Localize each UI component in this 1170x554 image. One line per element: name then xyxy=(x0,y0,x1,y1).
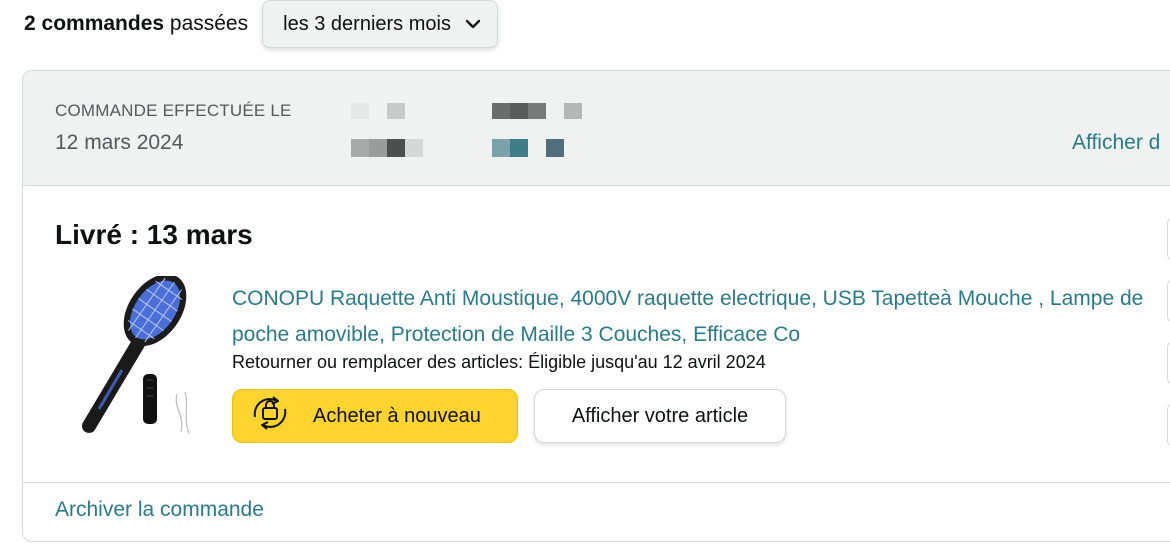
delivery-status: Livré : 13 mars xyxy=(55,219,253,250)
order-header: COMMANDE EFFECTUÉE LE 12 mars 2024 Affic… xyxy=(23,71,1170,186)
order-shipment: Livré : 13 mars CONOPU Raquette Anti Mou… xyxy=(23,186,1170,483)
product-image[interactable] xyxy=(77,273,201,436)
order-details-link[interactable]: Afficher d xyxy=(1072,131,1160,155)
order-placed-label: COMMANDE EFFECTUÉE LE xyxy=(55,101,292,120)
orders-count-label: passées xyxy=(164,12,249,35)
return-eligibility: Retourner ou remplacer des articles: Éli… xyxy=(232,352,766,372)
product-title-link[interactable]: CONOPU Raquette Anti Moustique, 4000V ra… xyxy=(232,281,1152,353)
chevron-down-icon xyxy=(465,18,481,30)
time-range-dropdown[interactable]: les 3 derniers mois xyxy=(262,0,498,48)
orders-summary-bar: 2 commandes passées les 3 derniers mois xyxy=(24,0,498,48)
view-item-button[interactable]: Afficher votre article xyxy=(534,389,786,443)
buy-again-button[interactable]: Acheter à nouveau xyxy=(232,389,518,443)
buy-again-label: Acheter à nouveau xyxy=(313,404,481,427)
view-item-label: Afficher votre article xyxy=(571,404,749,427)
buy-again-icon xyxy=(245,391,295,441)
orders-count-number: 2 commandes xyxy=(24,12,165,35)
order-placed-date: 12 mars 2024 xyxy=(55,131,184,154)
orders-count: 2 commandes passées xyxy=(24,12,248,36)
order-card: COMMANDE EFFECTUÉE LE 12 mars 2024 Affic… xyxy=(22,70,1170,542)
archive-order-link[interactable]: Archiver la commande xyxy=(55,498,264,522)
time-range-value: les 3 derniers mois xyxy=(283,12,451,35)
